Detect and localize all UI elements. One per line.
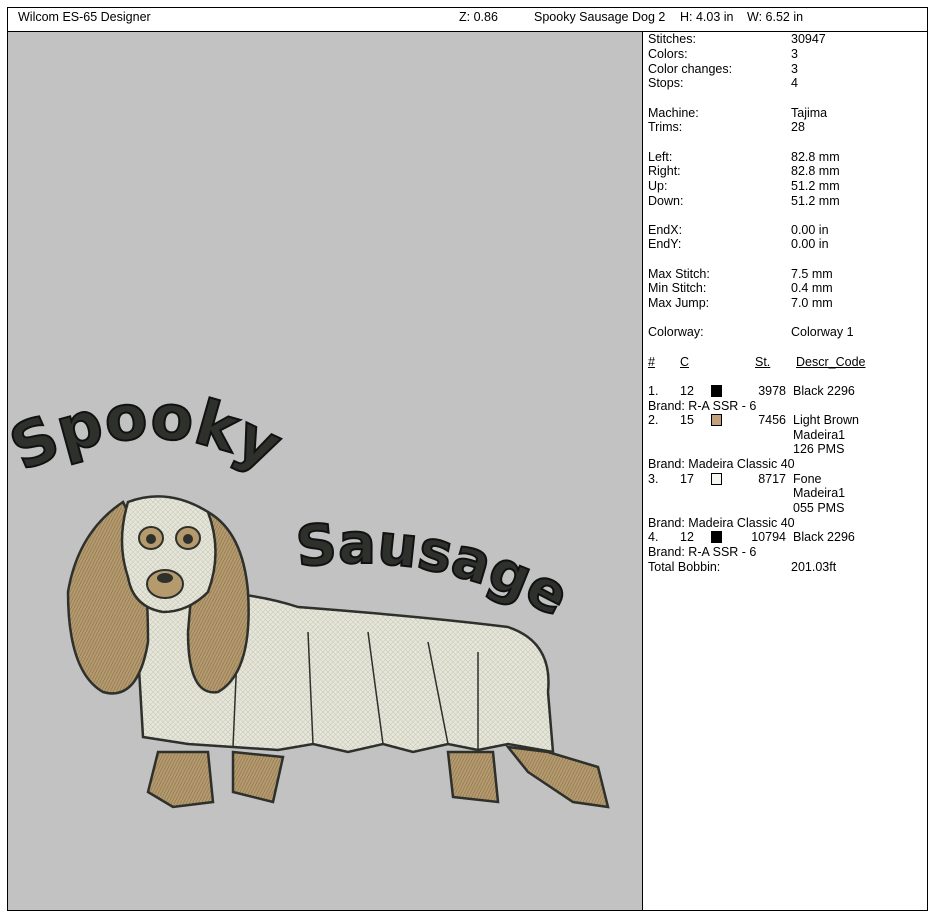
header-bar: Wilcom ES-65 Designer Z: 0.86 Spooky Sau… xyxy=(8,8,927,32)
embroidery-design: Spooky Sausage xyxy=(8,379,610,809)
thread-swatch xyxy=(711,414,722,426)
thread-table-header: # C St. Descr_Code xyxy=(648,355,866,369)
thread-descr-line: Madeira1 xyxy=(793,486,846,500)
app-title: Wilcom ES-65 Designer xyxy=(18,10,151,24)
design-canvas[interactable]: Spooky Sausage xyxy=(8,32,643,910)
thread-descr-line: 126 PMS xyxy=(793,442,845,456)
thread-row: 2. 15 7456 Light Brown xyxy=(648,413,860,427)
thread-row: 3. 17 8717 Fone xyxy=(648,472,822,486)
thread-row: 4. 12 10794 Black 2296 xyxy=(648,530,855,544)
zoom-readout: Z: 0.86 xyxy=(459,10,498,24)
thread-swatch xyxy=(711,385,722,397)
dog-legs xyxy=(146,745,610,809)
stats-panel: Stitches: 30947 Colors: 3 Color changes: 3 … xyxy=(648,32,926,910)
design-height: H: 4.03 in xyxy=(680,10,734,24)
thread-descr-line: Madeira1 xyxy=(793,428,846,442)
thread-descr-line: 055 PMS xyxy=(793,501,845,515)
thread-swatch xyxy=(711,473,722,485)
design-width: W: 6.52 in xyxy=(747,10,804,24)
thread-row: 1. 12 3978 Black 2296 xyxy=(648,384,855,398)
thread-swatch xyxy=(711,531,722,543)
design-name: Spooky Sausage Dog 2 xyxy=(534,10,666,24)
spooky-text: Spooky xyxy=(8,380,293,486)
